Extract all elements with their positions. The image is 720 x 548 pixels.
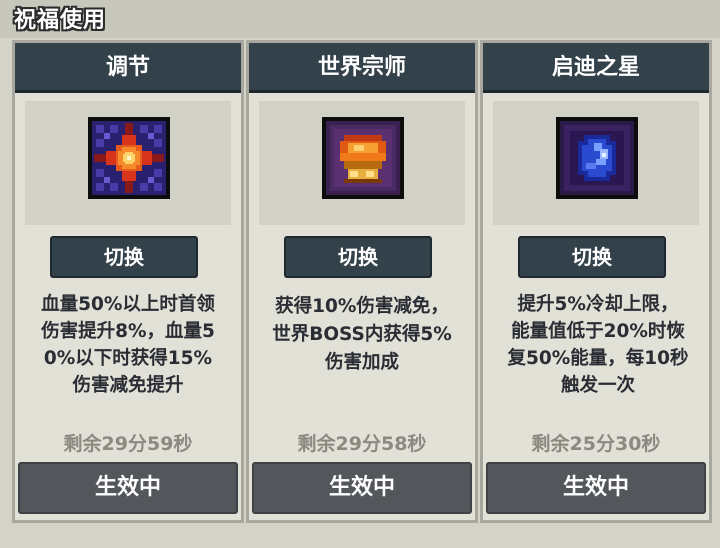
switch-button[interactable]: 切换 [284,236,432,278]
blessing-card-world-master: 世界宗师 切换 获得10%伤害减免， 世界BOSS内获得5% 伤害加成 剩余29… [246,40,478,523]
page-title: 祝福使用 [14,8,107,33]
card-title: 启迪之星 [483,43,709,93]
switch-button[interactable]: 切换 [50,236,198,278]
blue-crescent-gem-icon [556,117,638,199]
active-status-button[interactable]: 生效中 [252,462,472,514]
blessing-card-enlightened-star: 启迪之星 切换 提升5%冷却上限， 能量值低于20%时恢 复50%能量，每10秒… [480,40,712,523]
icon-area [25,101,231,225]
header-bar: 祝福使用 [0,0,720,38]
remaining-time: 剩余25分30秒 [531,433,661,455]
orange-star-rune-icon [88,117,170,199]
blessing-card-tiaojie: 调节 切换 血量50%以上时首领 伤害提升8%，血量5 0%以下时获得15% 伤… [12,40,244,523]
card-title: 世界宗师 [249,43,475,93]
remaining-time: 剩余29分59秒 [63,433,193,455]
remaining-time: 剩余29分58秒 [297,433,427,455]
active-status-button[interactable]: 生效中 [18,462,238,514]
golden-crown-emblem-icon [322,117,404,199]
card-description: 血量50%以上时首领 伤害提升8%，血量5 0%以下时获得15% 伤害减免提升 [41,294,215,396]
icon-area [493,101,699,225]
card-description: 获得10%伤害减免， 世界BOSS内获得5% 伤害加成 [272,296,452,373]
switch-button[interactable]: 切换 [518,236,666,278]
icon-area [259,101,465,225]
active-status-button[interactable]: 生效中 [486,462,706,514]
card-title: 调节 [15,43,241,93]
card-description: 提升5%冷却上限， 能量值低于20%时恢 复50%能量，每10秒 触发一次 [507,294,689,396]
